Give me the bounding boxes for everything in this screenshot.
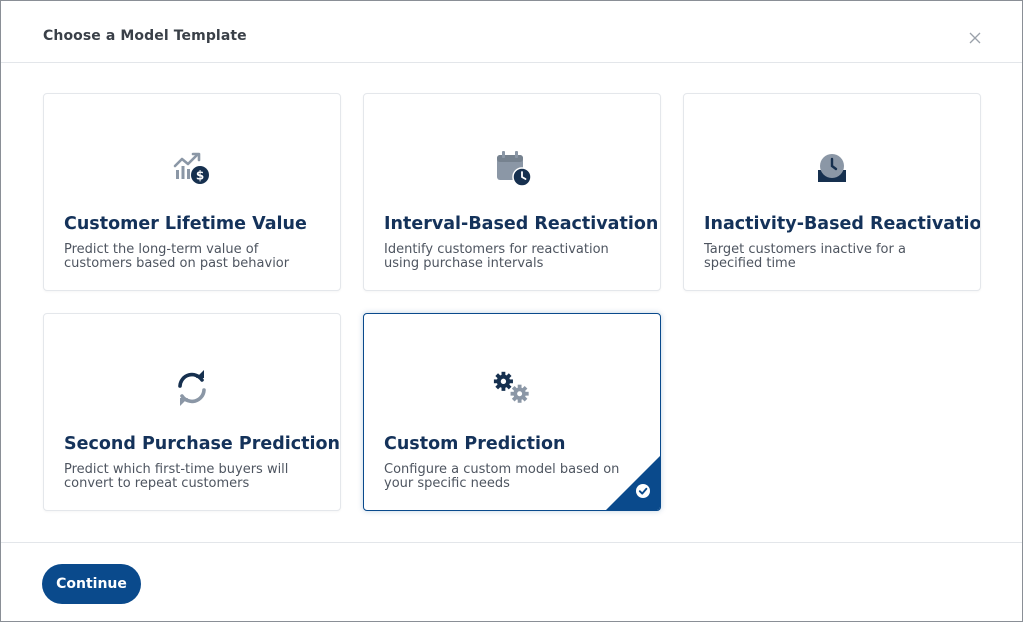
calendar-clock-icon [492,148,532,188]
dialog-header: Choose a Model Template [1,1,1022,63]
template-card-inactivity-based-reactivation[interactable]: Inactivity-Based Reactivation Target cus… [683,93,981,291]
svg-text:$: $ [196,169,204,183]
clock-inbox-icon [812,148,852,188]
model-template-dialog: Choose a Model Template $ Customer Lifet… [0,0,1023,622]
template-card-interval-based-reactivation[interactable]: Interval-Based Reactivation Identify cus… [363,93,661,291]
close-button[interactable] [965,28,985,48]
card-description: Identify customers for reactivation usin… [384,242,609,271]
check-circle-icon [636,484,650,498]
chart-dollar-icon: $ [172,148,212,188]
card-title: Customer Lifetime Value [64,214,307,234]
card-description: Predict the long-term value of customers… [64,242,290,271]
card-description: Predict which first-time buyers will con… [64,462,289,491]
dialog-footer: Continue [1,542,1022,623]
close-icon [969,32,981,44]
template-card-second-purchase-prediction[interactable]: Second Purchase Prediction Predict which… [43,313,341,511]
continue-button[interactable]: Continue [42,564,141,604]
template-card-customer-lifetime-value[interactable]: $ Customer Lifetime Value Predict the lo… [43,93,341,291]
selected-indicator [606,456,660,510]
card-title: Custom Prediction [384,434,566,454]
card-title: Second Purchase Prediction [64,434,340,454]
card-description: Target customers inactive for a specifie… [704,242,906,271]
gears-icon [492,368,532,408]
card-title: Interval-Based Reactivation [384,214,659,234]
card-title: Inactivity-Based Reactivation [704,214,981,234]
template-card-custom-prediction[interactable]: Custom Prediction Configure a custom mod… [363,313,661,511]
card-description: Configure a custom model based on your s… [384,462,620,491]
dialog-title: Choose a Model Template [43,28,247,44]
refresh-icon [172,368,212,408]
